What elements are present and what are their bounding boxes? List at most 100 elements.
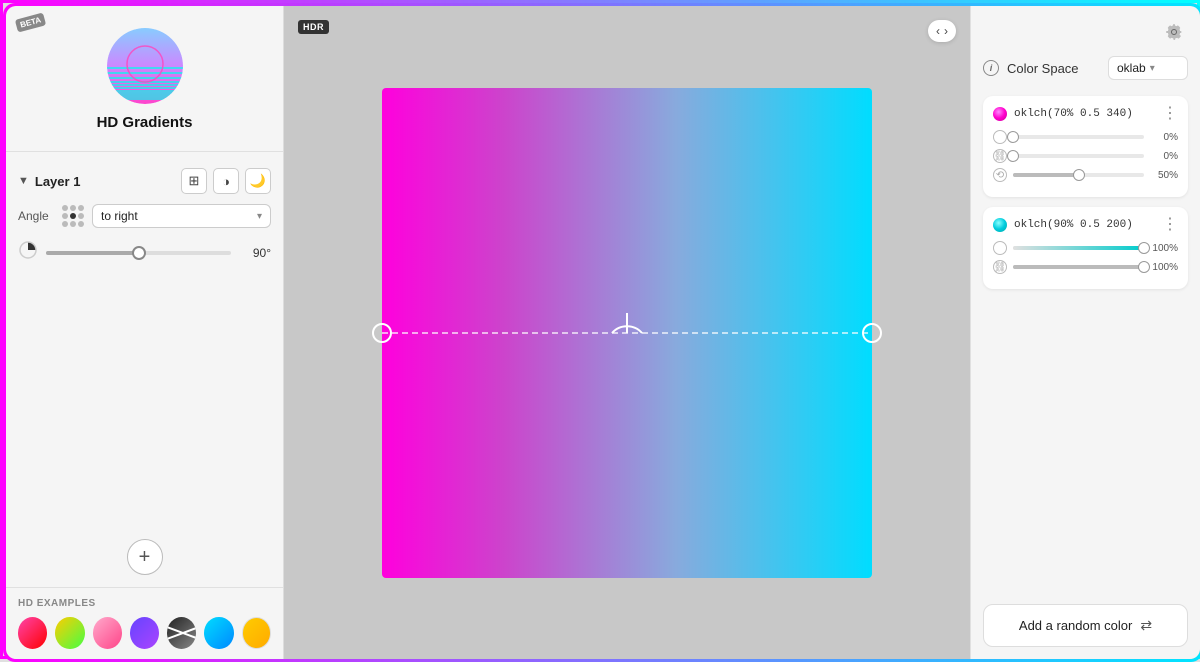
color-space-chevron-icon: ▾ (1150, 63, 1155, 74)
nav-left-icon: ‹ (936, 24, 940, 38)
app-logo (105, 26, 185, 106)
dot-tl (62, 205, 68, 211)
color1-slider1-track[interactable] (1013, 135, 1144, 139)
color1-slider1-row: 0% (993, 130, 1178, 144)
example-1[interactable] (18, 617, 47, 649)
color2-link-icon[interactable]: ⛓ (993, 260, 1007, 274)
dot-tr (78, 205, 84, 211)
color-dot-label-2: oklch(90% 0.5 200) (993, 218, 1133, 232)
nav-arrows[interactable]: ‹ › (928, 20, 956, 42)
color2-slider2-fill (1013, 265, 1144, 269)
color2-slider2-row: ⛓ 100% (993, 260, 1178, 274)
example-3[interactable] (93, 617, 122, 649)
app-wrapper: BETA (3, 3, 1200, 662)
dot-ml (62, 213, 68, 219)
angle-slider-track[interactable] (46, 251, 231, 255)
plus-icon: + (139, 546, 151, 569)
color1-slider2-row: ⛓ 0% (993, 149, 1178, 163)
color1-slider1-value: 0% (1150, 132, 1178, 143)
examples-row (18, 617, 271, 649)
settings-icon-row (983, 18, 1188, 46)
angle-select[interactable]: to right ▾ (92, 204, 271, 228)
color2-slider1-row: 100% (993, 241, 1178, 255)
layer-title: Layer 1 (35, 174, 81, 189)
dot-bm (70, 221, 76, 227)
dot-bl (62, 221, 68, 227)
app-container: BETA (6, 6, 1200, 659)
color2-slider2-value: 100% (1150, 262, 1178, 273)
nav-right-icon: › (944, 24, 948, 38)
dot-grid[interactable] (62, 205, 84, 227)
color2-slider1-fill (1013, 246, 1144, 250)
example-4[interactable] (130, 617, 159, 649)
color1-link-icon[interactable]: ⛓ (993, 149, 1007, 163)
color1-slider3-fill (1013, 173, 1079, 177)
color1-slider3-track[interactable] (1013, 173, 1144, 177)
dot-mm (70, 213, 76, 219)
example-7[interactable] (242, 617, 271, 649)
layer-half-icon[interactable]: ◑ (213, 168, 239, 194)
layer-icons: ⊞ ◑ 🌙 (181, 168, 271, 194)
color-card-2-header: oklch(90% 0.5 200) ⋮ (993, 217, 1178, 233)
color2-slider1-thumb[interactable] (1138, 242, 1150, 254)
color1-slider2-value: 0% (1150, 151, 1178, 162)
sidebar: BETA (6, 6, 284, 659)
color-space-row: i Color Space oklab ▾ (983, 56, 1188, 80)
hd-examples: HD EXAMPLES (6, 587, 283, 659)
color-dot-2[interactable] (993, 218, 1007, 232)
add-layer-button[interactable]: + (127, 539, 163, 575)
settings-button[interactable] (1160, 18, 1188, 46)
color2-slider1-value: 100% (1150, 243, 1178, 254)
main-canvas: HDR ‹ › (284, 6, 970, 659)
layer-section: ▼ Layer 1 ⊞ ◑ 🌙 Angle (6, 160, 283, 527)
angle-slider-value: 90° (239, 246, 271, 260)
layer-chevron-icon[interactable]: ▼ (18, 175, 29, 187)
color-dot-label-1: oklch(70% 0.5 340) (993, 107, 1133, 121)
color-dot-1[interactable] (993, 107, 1007, 121)
color2-slider2-track[interactable] (1013, 265, 1144, 269)
layer-moon-icon[interactable]: 🌙 (245, 168, 271, 194)
color1-slider1-thumb[interactable] (1007, 131, 1019, 143)
add-random-color-button[interactable]: Add a random color ⇄ (983, 604, 1188, 647)
color-card-2: oklch(90% 0.5 200) ⋮ 100% ⛓ (983, 207, 1188, 289)
example-5[interactable] (167, 617, 196, 649)
layer-header: ▼ Layer 1 ⊞ ◑ 🌙 (18, 168, 271, 194)
add-btn-container: + (6, 527, 283, 587)
color1-slider2-track[interactable] (1013, 154, 1144, 158)
app-title: HD Gradients (97, 114, 193, 131)
angle-pie-icon (18, 240, 38, 265)
right-panel: i Color Space oklab ▾ oklch(70% 0.5 340)… (970, 6, 1200, 659)
color1-slider3-icon: ⟲ (993, 168, 1007, 182)
color1-slider3-row: ⟲ 50% (993, 168, 1178, 182)
info-icon[interactable]: i (983, 60, 999, 76)
color1-slider3-thumb[interactable] (1073, 169, 1085, 181)
color1-slider3-value: 50% (1150, 170, 1178, 181)
color2-slider1-track[interactable] (1013, 246, 1144, 250)
dot-br (78, 221, 84, 227)
color2-slider1-icon (993, 241, 1007, 255)
color-label-1: oklch(70% 0.5 340) (1014, 108, 1133, 120)
example-2[interactable] (55, 617, 84, 649)
example-6[interactable] (204, 617, 233, 649)
gradient-canvas[interactable] (382, 88, 872, 578)
color-1-more-button[interactable]: ⋮ (1162, 106, 1178, 122)
angle-chevron-icon: ▾ (257, 211, 262, 222)
add-random-label: Add a random color (1019, 618, 1132, 633)
shuffle-icon: ⇄ (1140, 617, 1152, 634)
angle-slider-thumb[interactable] (132, 246, 146, 260)
color-space-label: Color Space (1007, 61, 1100, 76)
layer-title-group: ▼ Layer 1 (18, 174, 80, 189)
color1-slider1-icon (993, 130, 1007, 144)
sidebar-header: BETA (6, 6, 283, 151)
angle-label: Angle (18, 209, 54, 223)
hd-examples-label: HD EXAMPLES (18, 598, 271, 609)
hdr-badge: HDR (298, 20, 329, 34)
color-2-more-button[interactable]: ⋮ (1162, 217, 1178, 233)
color2-slider2-thumb[interactable] (1138, 261, 1150, 273)
angle-row: Angle to right ▾ (18, 204, 271, 228)
layer-grid-icon[interactable]: ⊞ (181, 168, 207, 194)
beta-badge: BETA (15, 12, 47, 32)
color1-slider2-thumb[interactable] (1007, 150, 1019, 162)
angle-slider-row: 90° (18, 240, 271, 265)
color-space-select[interactable]: oklab ▾ (1108, 56, 1188, 80)
